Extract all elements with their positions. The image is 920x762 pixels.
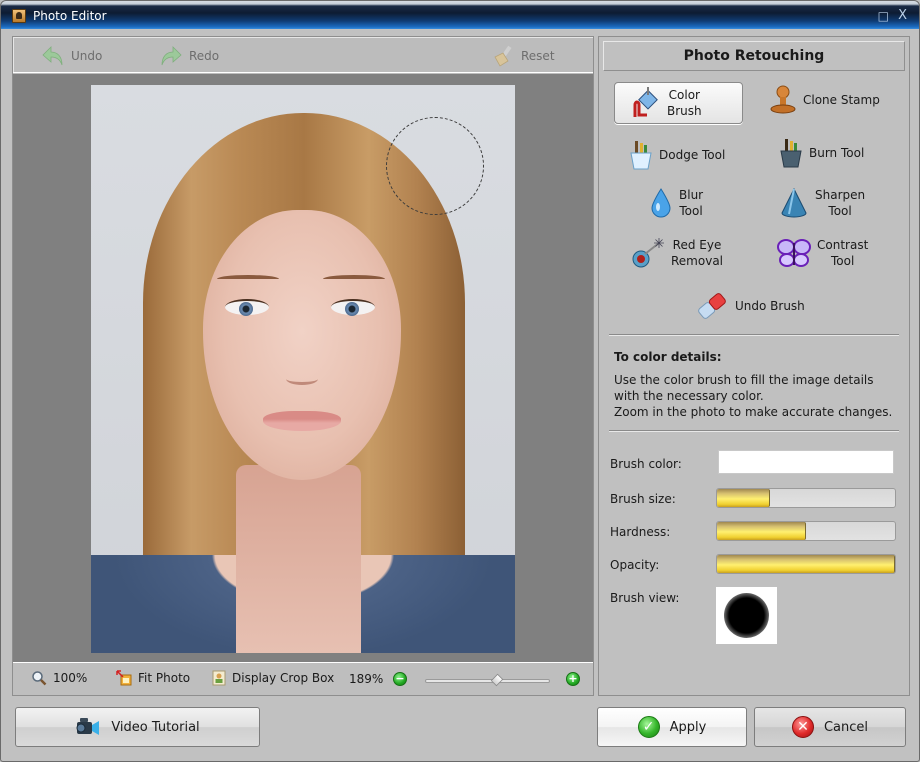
- brush-color-label: Brush color:: [610, 457, 682, 471]
- opacity-label: Opacity:: [610, 558, 660, 572]
- apply-button[interactable]: ✓ Apply: [597, 707, 747, 747]
- cancel-x-icon: ✕: [791, 716, 814, 738]
- zoom-slider[interactable]: [425, 673, 550, 687]
- brush-size-fill: [717, 489, 771, 507]
- divider: [609, 430, 899, 432]
- hardness-fill: [717, 522, 806, 540]
- broom-icon: [494, 45, 512, 67]
- brush-preview: [716, 587, 777, 644]
- title-bar: Photo Editor □ X: [1, 1, 919, 29]
- brush-cursor-outline: [386, 117, 484, 215]
- reset-label: Reset: [521, 49, 555, 63]
- fit-photo-icon: [116, 670, 132, 686]
- cancel-button[interactable]: ✕ Cancel: [754, 707, 906, 747]
- brush-view-label: Brush view:: [610, 591, 680, 605]
- hardness-slider[interactable]: [716, 521, 896, 541]
- reset-button[interactable]: Reset: [491, 45, 555, 67]
- zoom-slider-thumb[interactable]: [491, 673, 504, 687]
- eraser-icon: [698, 293, 726, 319]
- tool-dodge[interactable]: Dodge Tool: [629, 139, 725, 171]
- tool-burn[interactable]: Burn Tool: [779, 137, 864, 169]
- opacity-fill: [717, 555, 895, 573]
- cone-icon: [781, 187, 807, 218]
- magnifier-icon: [32, 671, 47, 686]
- stamp-icon: [770, 85, 796, 114]
- tool-blur[interactable]: Blur Tool: [649, 187, 703, 219]
- red-eye-wand-icon: [632, 238, 664, 268]
- tool-color-brush[interactable]: Color Brush: [614, 82, 743, 124]
- tool-undo-brush[interactable]: Undo Brush: [695, 291, 805, 321]
- help-text: Use the color brush to fill the image de…: [614, 373, 893, 419]
- portrait-photo[interactable]: [91, 85, 515, 653]
- undo-label: Undo: [71, 49, 103, 63]
- tool-clone-stamp[interactable]: Clone Stamp: [769, 85, 880, 115]
- retouch-panel: Photo Retouching Color Brush Clone Stamp …: [598, 36, 910, 696]
- opacity-slider[interactable]: [716, 554, 896, 574]
- zoom-percent: 189%: [349, 672, 384, 686]
- tool-red-eye-removal[interactable]: Red Eye Removal: [631, 237, 723, 269]
- brush-color-picker[interactable]: [718, 450, 894, 474]
- zoom-bar: 100% Fit Photo Display Crop Box 189% − +: [13, 662, 593, 695]
- tool-sharpen[interactable]: Sharpen Tool: [779, 187, 865, 219]
- photo-panel: Undo Redo Reset 100% Fit Photo Display C…: [12, 36, 594, 696]
- brush-preview-dot: [724, 593, 769, 638]
- fit-photo-button[interactable]: Fit Photo: [116, 670, 190, 686]
- zoom-out-button[interactable]: −: [393, 672, 407, 686]
- undo-button[interactable]: Undo: [41, 45, 102, 67]
- help-title: To color details:: [614, 350, 722, 364]
- actual-size-button[interactable]: 100%: [31, 670, 87, 686]
- window-title: Photo Editor: [33, 9, 107, 23]
- water-drop-icon: [651, 188, 671, 218]
- photo-editor-window: Photo Editor □ X Undo Redo Reset 100% Fi…: [0, 0, 920, 762]
- redo-button[interactable]: Redo: [159, 45, 219, 67]
- crop-box-icon: [212, 670, 226, 686]
- display-crop-box-button[interactable]: Display Crop Box: [212, 670, 334, 686]
- butterfly-icon: [777, 239, 811, 267]
- app-icon: [12, 9, 26, 23]
- maximize-button[interactable]: □: [878, 9, 889, 23]
- checkmark-icon: ✓: [637, 716, 660, 738]
- brush-size-slider[interactable]: [716, 488, 896, 508]
- brush-cup-dark-icon: [780, 139, 802, 168]
- divider: [609, 334, 899, 336]
- paint-bucket-icon: [633, 87, 658, 117]
- redo-arrow-icon: [161, 46, 182, 66]
- hardness-label: Hardness:: [610, 525, 671, 539]
- panel-title: Photo Retouching: [603, 41, 905, 71]
- edit-toolbar: Undo Redo Reset: [13, 37, 593, 73]
- brush-size-label: Brush size:: [610, 492, 676, 506]
- video-camera-icon: [76, 718, 100, 735]
- close-button[interactable]: X: [898, 9, 907, 23]
- undo-arrow-icon: [42, 46, 63, 66]
- redo-label: Redo: [189, 49, 220, 63]
- tool-contrast[interactable]: Contrast Tool: [777, 237, 868, 269]
- brush-cup-light-icon: [630, 141, 652, 170]
- video-tutorial-button[interactable]: Video Tutorial: [15, 707, 260, 747]
- photo-canvas[interactable]: [13, 74, 593, 662]
- zoom-in-button[interactable]: +: [566, 672, 580, 686]
